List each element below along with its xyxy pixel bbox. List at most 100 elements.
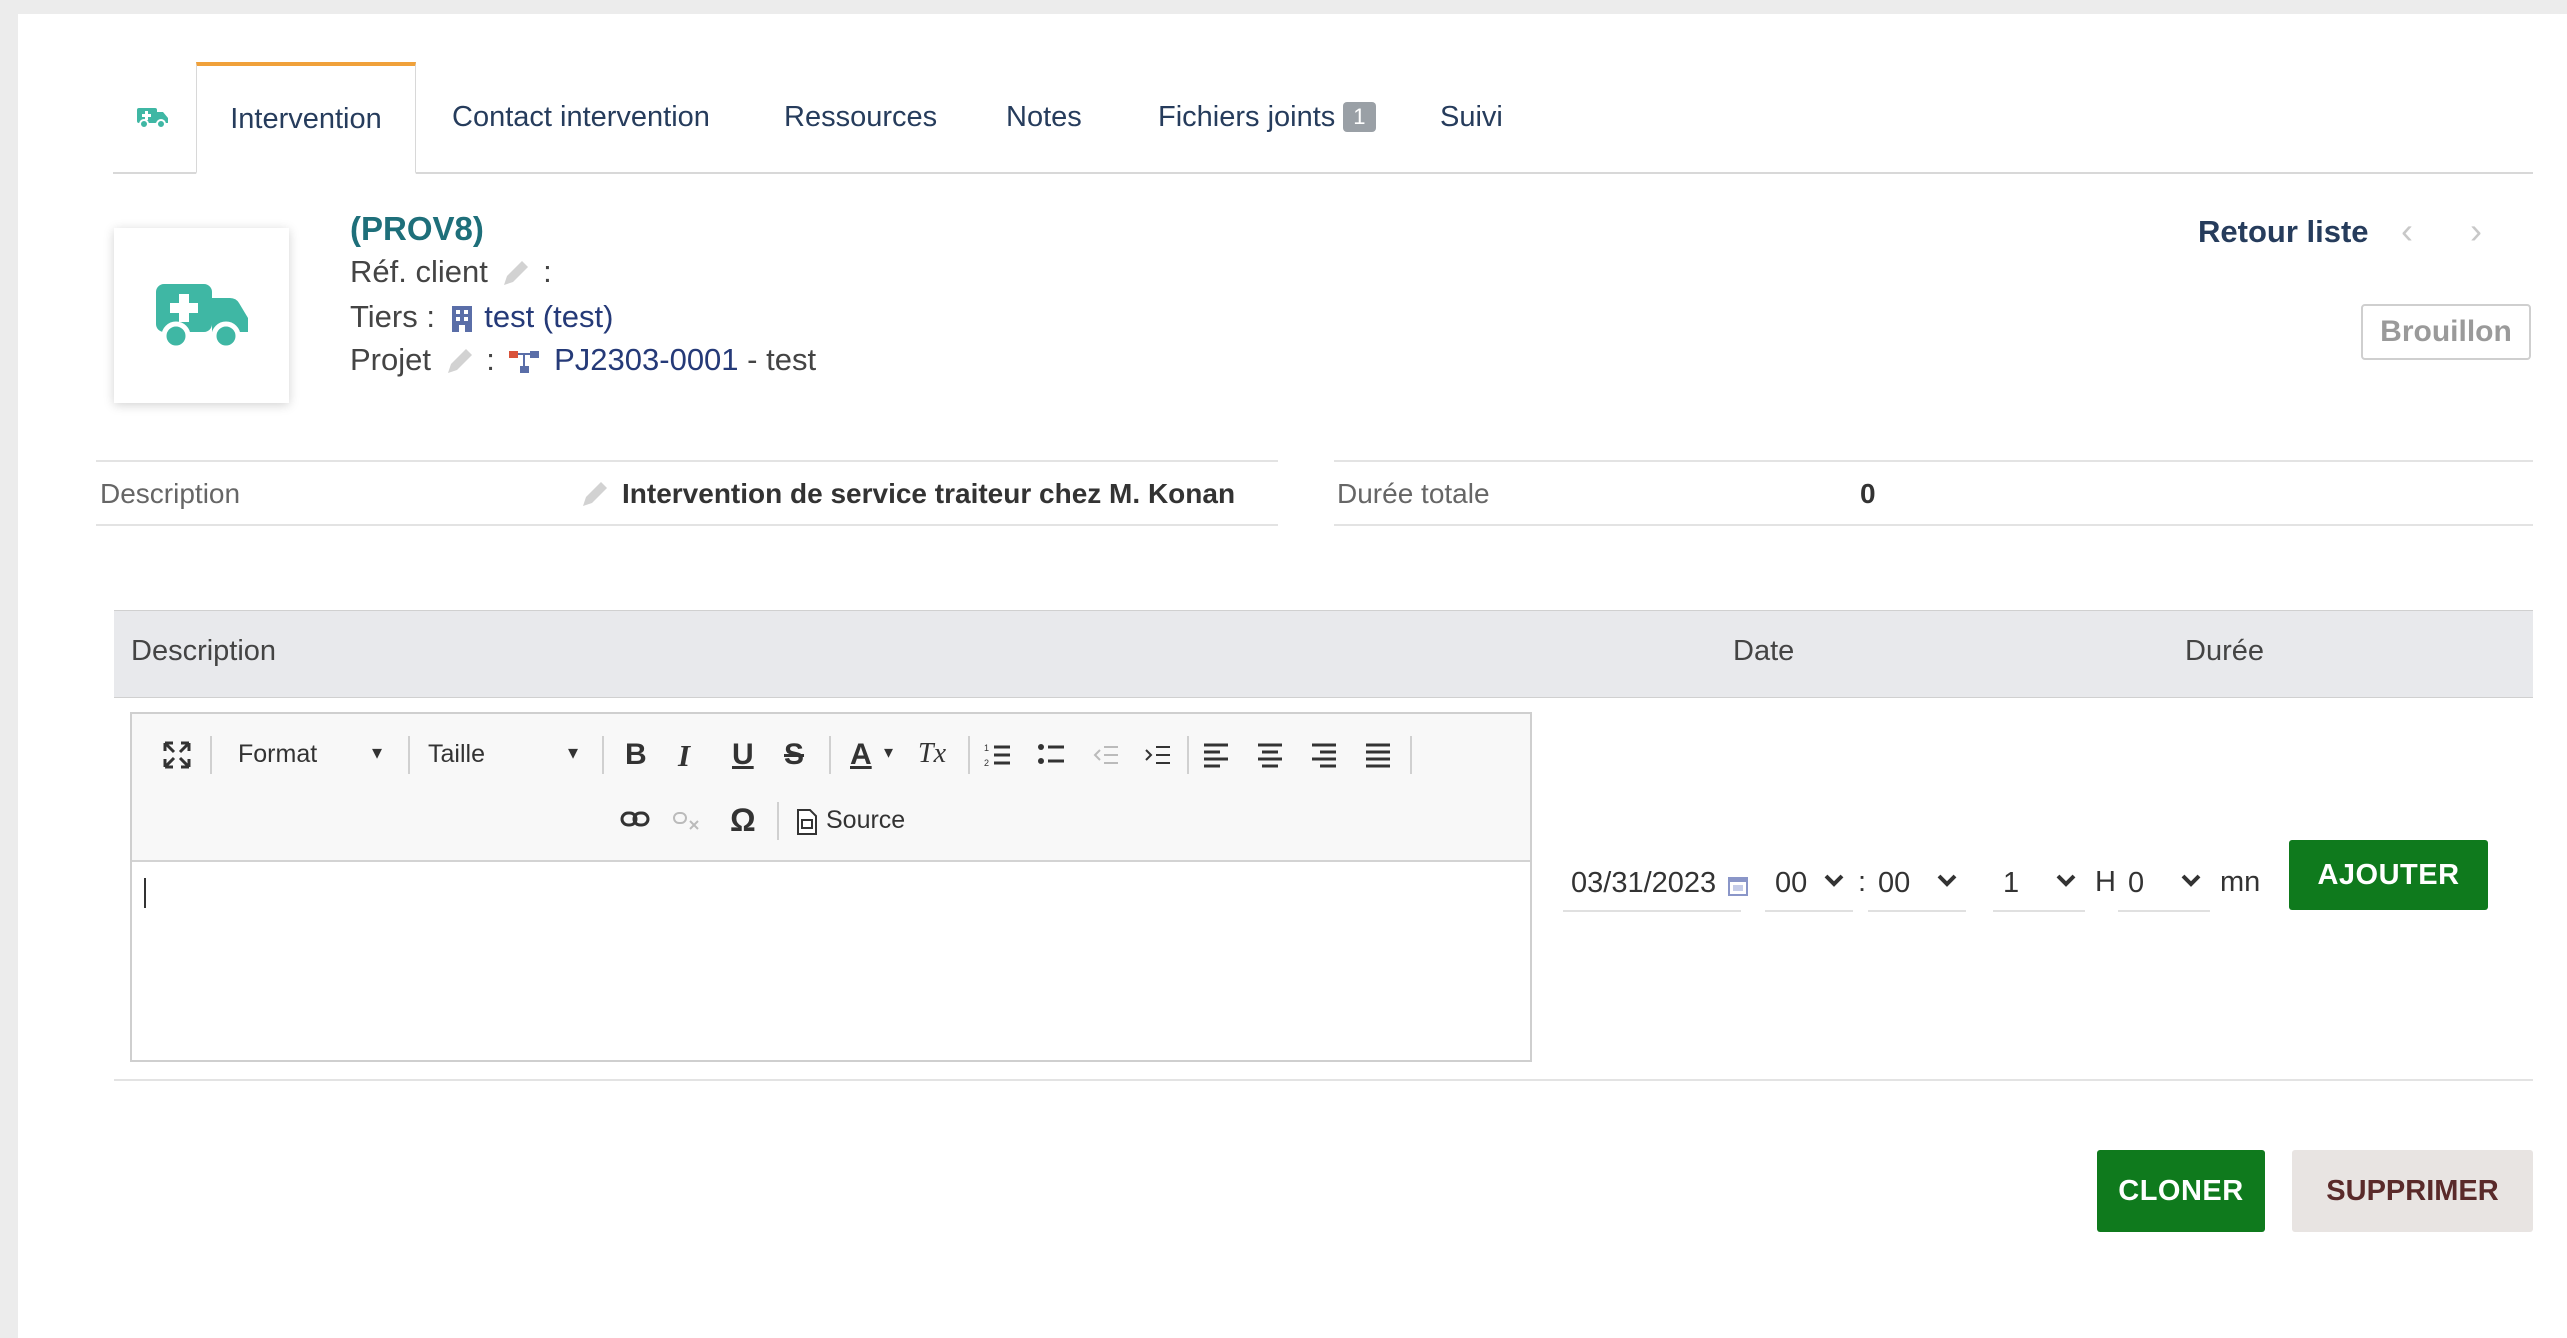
background-left bbox=[0, 0, 18, 1338]
projet-line: Projet : PJ2303-0001 - test bbox=[350, 342, 816, 378]
tab-label: Fichiers joints bbox=[1158, 100, 1336, 133]
tab-notes[interactable]: Notes bbox=[1006, 62, 1082, 172]
numbered-list-icon[interactable]: 12 bbox=[984, 742, 1012, 768]
count-badge: 1 bbox=[1343, 102, 1376, 132]
delete-button[interactable]: SUPPRIMER bbox=[2292, 1150, 2533, 1232]
description-label: Description bbox=[100, 478, 241, 509]
pencil-icon[interactable] bbox=[500, 259, 530, 289]
source-button[interactable]: Source bbox=[826, 806, 905, 835]
duration-hours-value: 1 bbox=[2003, 866, 2020, 899]
italic-button[interactable]: I bbox=[678, 738, 690, 774]
tab-label: Suivi bbox=[1440, 100, 1503, 133]
duree-field-row: Durée totale 0 bbox=[1334, 460, 2533, 526]
tab-fichiers-joints[interactable]: Fichiers joints 1 bbox=[1158, 62, 1376, 172]
tab-label: Intervention bbox=[230, 102, 382, 135]
tiers-link[interactable]: test (test) bbox=[484, 299, 613, 334]
col-duree: Durée bbox=[2185, 635, 2264, 667]
calendar-icon[interactable] bbox=[1727, 875, 1749, 897]
editor-toolbar: Format ▾ Taille ▾ B I U S A ▾ Tx 12 Ω So… bbox=[132, 714, 1530, 862]
chevron-down-icon[interactable]: ▾ bbox=[568, 740, 578, 765]
duration-hours-select[interactable]: 1 bbox=[1993, 856, 2085, 912]
add-line-button[interactable]: AJOUTER bbox=[2289, 840, 2488, 910]
bold-button[interactable]: B bbox=[625, 738, 647, 772]
maximize-icon[interactable] bbox=[162, 740, 192, 770]
minute-select[interactable]: 00 bbox=[1868, 856, 1966, 912]
tab-label: Notes bbox=[1006, 100, 1082, 133]
tab-label: Contact intervention bbox=[452, 100, 710, 133]
intervention-ref: (PROV8) bbox=[350, 210, 484, 247]
chevron-down-icon bbox=[1824, 874, 1844, 887]
clone-button[interactable]: CLONER bbox=[2097, 1150, 2265, 1232]
projet-link[interactable]: PJ2303-0001 bbox=[554, 342, 738, 377]
tab-intervention-icon[interactable] bbox=[113, 62, 193, 172]
chevron-down-icon bbox=[2181, 874, 2201, 887]
remove-format-button[interactable]: Tx bbox=[918, 738, 946, 770]
toolbar-separator bbox=[1410, 736, 1412, 774]
divider bbox=[114, 1079, 2533, 1081]
pencil-icon[interactable] bbox=[444, 347, 474, 377]
toolbar-separator bbox=[602, 736, 604, 774]
link-icon[interactable] bbox=[620, 809, 650, 829]
date-input[interactable]: 03/31/2023 bbox=[1563, 856, 1741, 912]
indent-icon[interactable] bbox=[1144, 742, 1172, 768]
hour-select[interactable]: 00 bbox=[1765, 856, 1853, 912]
minutes-label: mn bbox=[2220, 866, 2261, 898]
svg-text:2: 2 bbox=[984, 758, 989, 768]
background-top bbox=[0, 0, 2567, 14]
hours-label: H bbox=[2095, 866, 2116, 898]
previous-arrow-icon[interactable]: ‹ bbox=[2401, 210, 2413, 252]
toolbar-separator bbox=[210, 736, 212, 774]
chevron-down-icon bbox=[1937, 874, 1957, 887]
chevron-down-icon[interactable]: ▾ bbox=[884, 742, 893, 763]
tab-intervention[interactable]: Intervention bbox=[196, 62, 416, 174]
tab-contact-intervention[interactable]: Contact intervention bbox=[452, 62, 710, 172]
chevron-down-icon[interactable]: ▾ bbox=[372, 740, 382, 765]
tiers-label: Tiers : bbox=[350, 299, 435, 334]
align-center-icon[interactable] bbox=[1256, 742, 1284, 768]
duration-minutes-select[interactable]: 0 bbox=[2118, 856, 2210, 912]
underline-button[interactable]: U bbox=[732, 738, 754, 772]
projet-sep: : bbox=[486, 342, 495, 377]
ambulance-icon bbox=[155, 283, 248, 350]
intervention-card: Intervention Contact intervention Ressou… bbox=[18, 14, 2567, 1338]
ref-client-label: Réf. client bbox=[350, 254, 488, 289]
align-right-icon[interactable] bbox=[1310, 742, 1338, 768]
toolbar-separator bbox=[829, 736, 831, 774]
tiers-line: Tiers : test (test) bbox=[350, 299, 613, 335]
rich-text-editor: Format ▾ Taille ▾ B I U S A ▾ Tx 12 Ω So… bbox=[130, 712, 1532, 1062]
outdent-icon[interactable] bbox=[1092, 742, 1120, 768]
status-badge: Brouillon bbox=[2361, 304, 2531, 360]
col-description: Description bbox=[131, 635, 277, 667]
time-separator: : bbox=[1858, 866, 1867, 898]
text-color-button[interactable]: A bbox=[850, 738, 872, 772]
justify-icon[interactable] bbox=[1364, 742, 1392, 768]
size-dropdown[interactable]: Taille bbox=[428, 740, 485, 769]
duree-label: Durée totale bbox=[1337, 478, 1490, 509]
tab-label: Ressources bbox=[784, 100, 938, 133]
tab-bar: Intervention Contact intervention Ressou… bbox=[113, 62, 2533, 174]
strike-button[interactable]: S bbox=[784, 738, 804, 772]
format-dropdown[interactable]: Format bbox=[238, 740, 317, 769]
description-value: Intervention de service traiteur chez M.… bbox=[622, 478, 1236, 509]
unlink-icon[interactable] bbox=[672, 809, 702, 833]
lines-table-header: Description Date Durée bbox=[114, 610, 2533, 698]
ref-client-line: Réf. client : bbox=[350, 254, 552, 290]
back-to-list-link[interactable]: Retour liste bbox=[2198, 214, 2369, 250]
duree-value: 0 bbox=[1860, 478, 1876, 509]
align-left-icon[interactable] bbox=[1202, 742, 1230, 768]
description-field-row: Description Intervention de service trai… bbox=[96, 460, 1278, 526]
tab-ressources[interactable]: Ressources bbox=[784, 62, 937, 172]
bullet-list-icon[interactable] bbox=[1038, 742, 1066, 768]
toolbar-separator bbox=[777, 802, 779, 840]
source-doc-icon[interactable] bbox=[796, 808, 818, 836]
projet-label: Projet bbox=[350, 342, 431, 377]
object-logo bbox=[114, 228, 289, 403]
next-arrow-icon[interactable]: › bbox=[2470, 210, 2482, 252]
toolbar-separator bbox=[968, 736, 970, 774]
tab-suivi[interactable]: Suivi bbox=[1440, 62, 1503, 172]
chevron-down-icon bbox=[2056, 874, 2076, 887]
pencil-icon[interactable] bbox=[579, 480, 609, 510]
special-char-button[interactable]: Ω bbox=[730, 802, 756, 839]
toolbar-separator bbox=[1187, 736, 1189, 774]
projet-suffix: - test bbox=[738, 342, 817, 377]
